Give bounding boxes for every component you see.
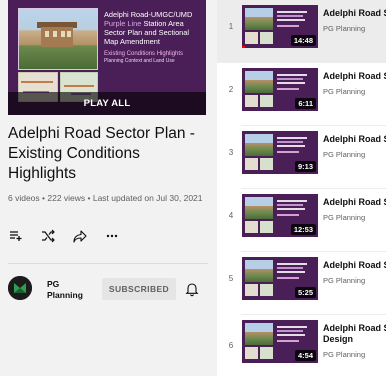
video-item[interactable]: 3 9:13 Adelphi Road Sector Plan - Existi… — [217, 126, 386, 189]
bell-icon[interactable] — [184, 281, 200, 297]
video-title[interactable]: Adelphi Road Sector Plan - Existing Cond… — [323, 323, 386, 334]
divider — [8, 263, 208, 264]
video-duration: 6:11 — [295, 98, 316, 109]
video-channel[interactable]: PG Planning — [323, 87, 386, 96]
video-item[interactable]: 5 5:25 Adelphi Road Sector Plan - Existi… — [217, 252, 386, 315]
channel-avatar[interactable] — [8, 276, 32, 300]
video-thumbnail[interactable]: 12:53 — [242, 194, 318, 237]
video-item[interactable]: 2 6:11 Adelphi Road Sector Plan - Existi… — [217, 63, 386, 126]
video-index: 3 — [228, 148, 234, 157]
video-thumbnail[interactable]: 9:13 — [242, 131, 318, 174]
video-channel[interactable]: PG Planning — [323, 24, 386, 33]
playlist-title: Adelphi Road Sector Plan - Existing Cond… — [8, 125, 195, 182]
play-all-button[interactable]: PLAY ALL — [8, 92, 206, 115]
video-index: 6 — [228, 341, 234, 350]
video-title[interactable]: Adelphi Road Sector Plan - Existing Cond… — [323, 197, 386, 208]
video-index: 1 — [228, 22, 234, 31]
video-thumbnail[interactable]: 6:11 — [242, 68, 318, 111]
thumbnail-title: Adelphi Road-UMGC/UMD Purple Line Statio… — [104, 10, 193, 46]
video-thumbnail[interactable]: 14:48 — [242, 5, 318, 48]
channel-name[interactable]: PG Planning — [47, 279, 93, 301]
add-to-queue-icon[interactable] — [8, 228, 24, 244]
subscribed-button[interactable]: SUBSCRIBED — [102, 278, 176, 300]
video-item[interactable]: 1 14:48 Adelphi Road Sector Plan - Exist… — [217, 0, 386, 63]
video-channel[interactable]: PG Planning — [323, 350, 386, 359]
building-photo — [18, 8, 98, 70]
video-title-line2[interactable]: Design — [323, 334, 386, 345]
video-item[interactable]: 4 12:53 Adelphi Road Sector Plan - Exist… — [217, 189, 386, 252]
video-thumbnail[interactable]: 4:54 — [242, 320, 318, 363]
share-icon[interactable] — [72, 228, 88, 244]
video-channel[interactable]: PG Planning — [323, 276, 386, 285]
more-icon[interactable] — [104, 228, 120, 244]
video-channel[interactable]: PG Planning — [323, 150, 386, 159]
watch-progress-bar — [242, 46, 245, 48]
playlist-stats: 6 videos • 222 views • Last updated on J… — [8, 193, 203, 203]
video-title[interactable]: Adelphi Road Sector Plan - Existing Cond… — [323, 260, 386, 271]
thumbnail-subtitle: Existing Conditions Highlights — [104, 51, 184, 57]
video-duration: 5:25 — [294, 287, 316, 298]
video-index: 2 — [228, 85, 234, 94]
playlist-panel: Adelphi Road-UMGC/UMD Purple Line Statio… — [0, 0, 217, 376]
video-duration: 14:48 — [290, 35, 316, 46]
video-duration: 12:53 — [290, 224, 316, 235]
playlist-actions — [8, 228, 120, 244]
video-duration: 9:13 — [294, 161, 316, 172]
video-list: 1 14:48 Adelphi Road Sector Plan - Exist… — [217, 0, 386, 376]
video-title[interactable]: Adelphi Road Sector Plan - Existing Cond… — [323, 134, 386, 145]
thumbnail-subtitle-2: Planning Context and Land Use — [104, 58, 175, 64]
video-item[interactable]: 6 4:54 Adelphi Road Sector Plan - Existi… — [217, 315, 386, 378]
shuffle-icon[interactable] — [40, 228, 56, 244]
video-title[interactable]: Adelphi Road Sector Plan - Existing Cond… — [323, 8, 386, 19]
video-thumbnail[interactable]: 5:25 — [242, 257, 318, 300]
video-index: 4 — [228, 211, 234, 220]
video-duration: 4:54 — [294, 350, 316, 361]
video-title[interactable]: Adelphi Road Sector Plan - Existing Cond… — [323, 71, 386, 82]
video-index: 5 — [228, 274, 234, 283]
video-channel[interactable]: PG Planning — [323, 213, 386, 222]
